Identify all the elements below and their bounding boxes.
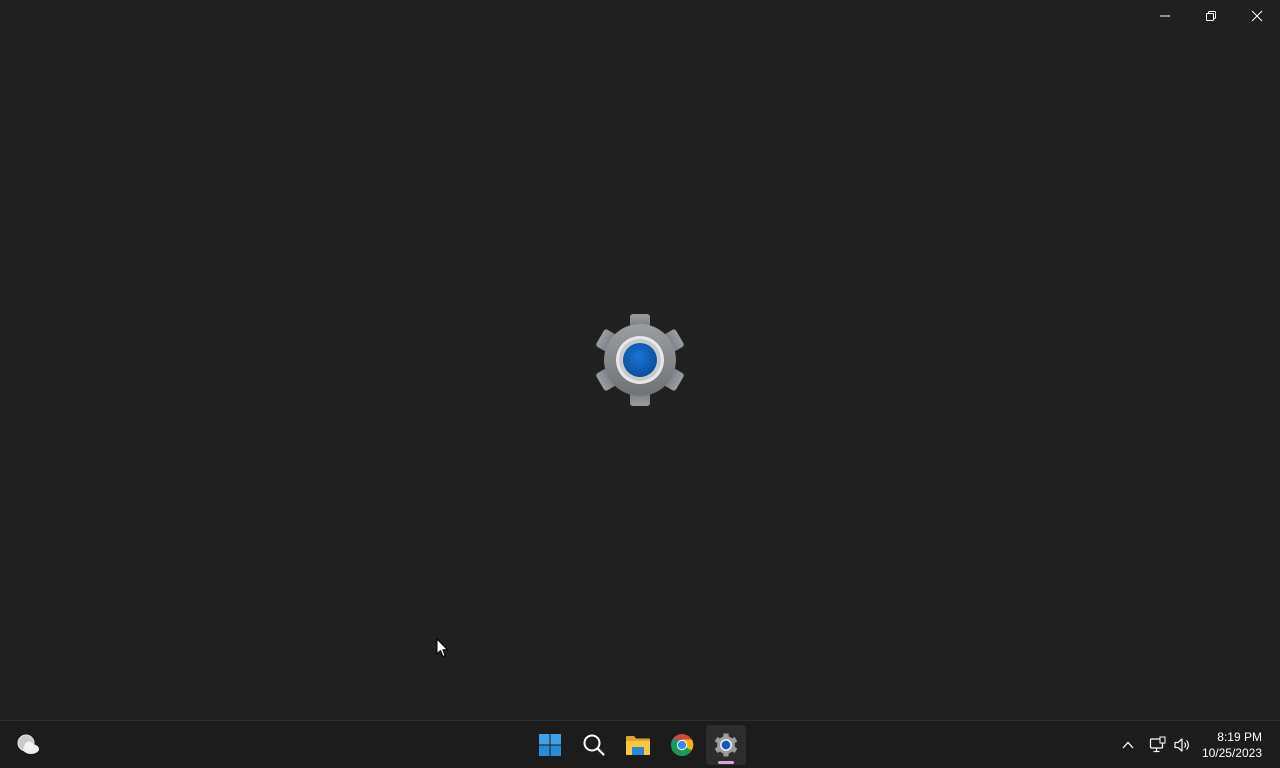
- chevron-up-icon: [1122, 741, 1134, 749]
- minimize-icon: [1160, 15, 1170, 17]
- taskbar-apps: [530, 725, 746, 765]
- chrome-button[interactable]: [662, 725, 702, 765]
- weather-cloudy-icon: [17, 734, 39, 754]
- network-icon: [1149, 736, 1166, 753]
- mouse-cursor-icon: [436, 638, 448, 657]
- search-button[interactable]: [574, 725, 614, 765]
- desktop-screen: 8:19 PM 10/25/2023: [0, 0, 1280, 768]
- volume-status: [1170, 729, 1194, 761]
- start-button[interactable]: [530, 725, 570, 765]
- network-status: [1146, 729, 1170, 761]
- clock-time: 8:19 PM: [1217, 730, 1262, 744]
- close-icon: [1251, 10, 1263, 22]
- clock-button[interactable]: 8:19 PM 10/25/2023: [1202, 729, 1262, 761]
- settings-taskbar-button[interactable]: [706, 725, 746, 765]
- search-icon: [583, 734, 605, 756]
- taskbar: 8:19 PM 10/25/2023: [0, 720, 1280, 768]
- quick-settings-button[interactable]: [1146, 729, 1194, 761]
- volume-icon: [1174, 738, 1189, 752]
- active-app-indicator: [718, 761, 734, 764]
- window-caption-buttons: [1142, 0, 1280, 32]
- file-explorer-icon: [626, 736, 650, 755]
- clock-date: 10/25/2023: [1201, 746, 1262, 760]
- close-button[interactable]: [1234, 0, 1280, 32]
- widgets-button[interactable]: [12, 729, 44, 761]
- system-tray: 8:19 PM 10/25/2023: [1116, 721, 1280, 768]
- file-explorer-button[interactable]: [618, 725, 658, 765]
- show-hidden-icons-button[interactable]: [1116, 729, 1140, 761]
- restore-icon: [1206, 11, 1216, 21]
- minimize-button[interactable]: [1142, 0, 1188, 32]
- settings-gear-icon: [596, 314, 684, 406]
- chrome-icon: [671, 734, 694, 756]
- settings-gear-icon: [714, 733, 738, 757]
- windows-start-icon: [539, 734, 561, 756]
- settings-app-window: [0, 0, 1280, 720]
- restore-button[interactable]: [1188, 0, 1234, 32]
